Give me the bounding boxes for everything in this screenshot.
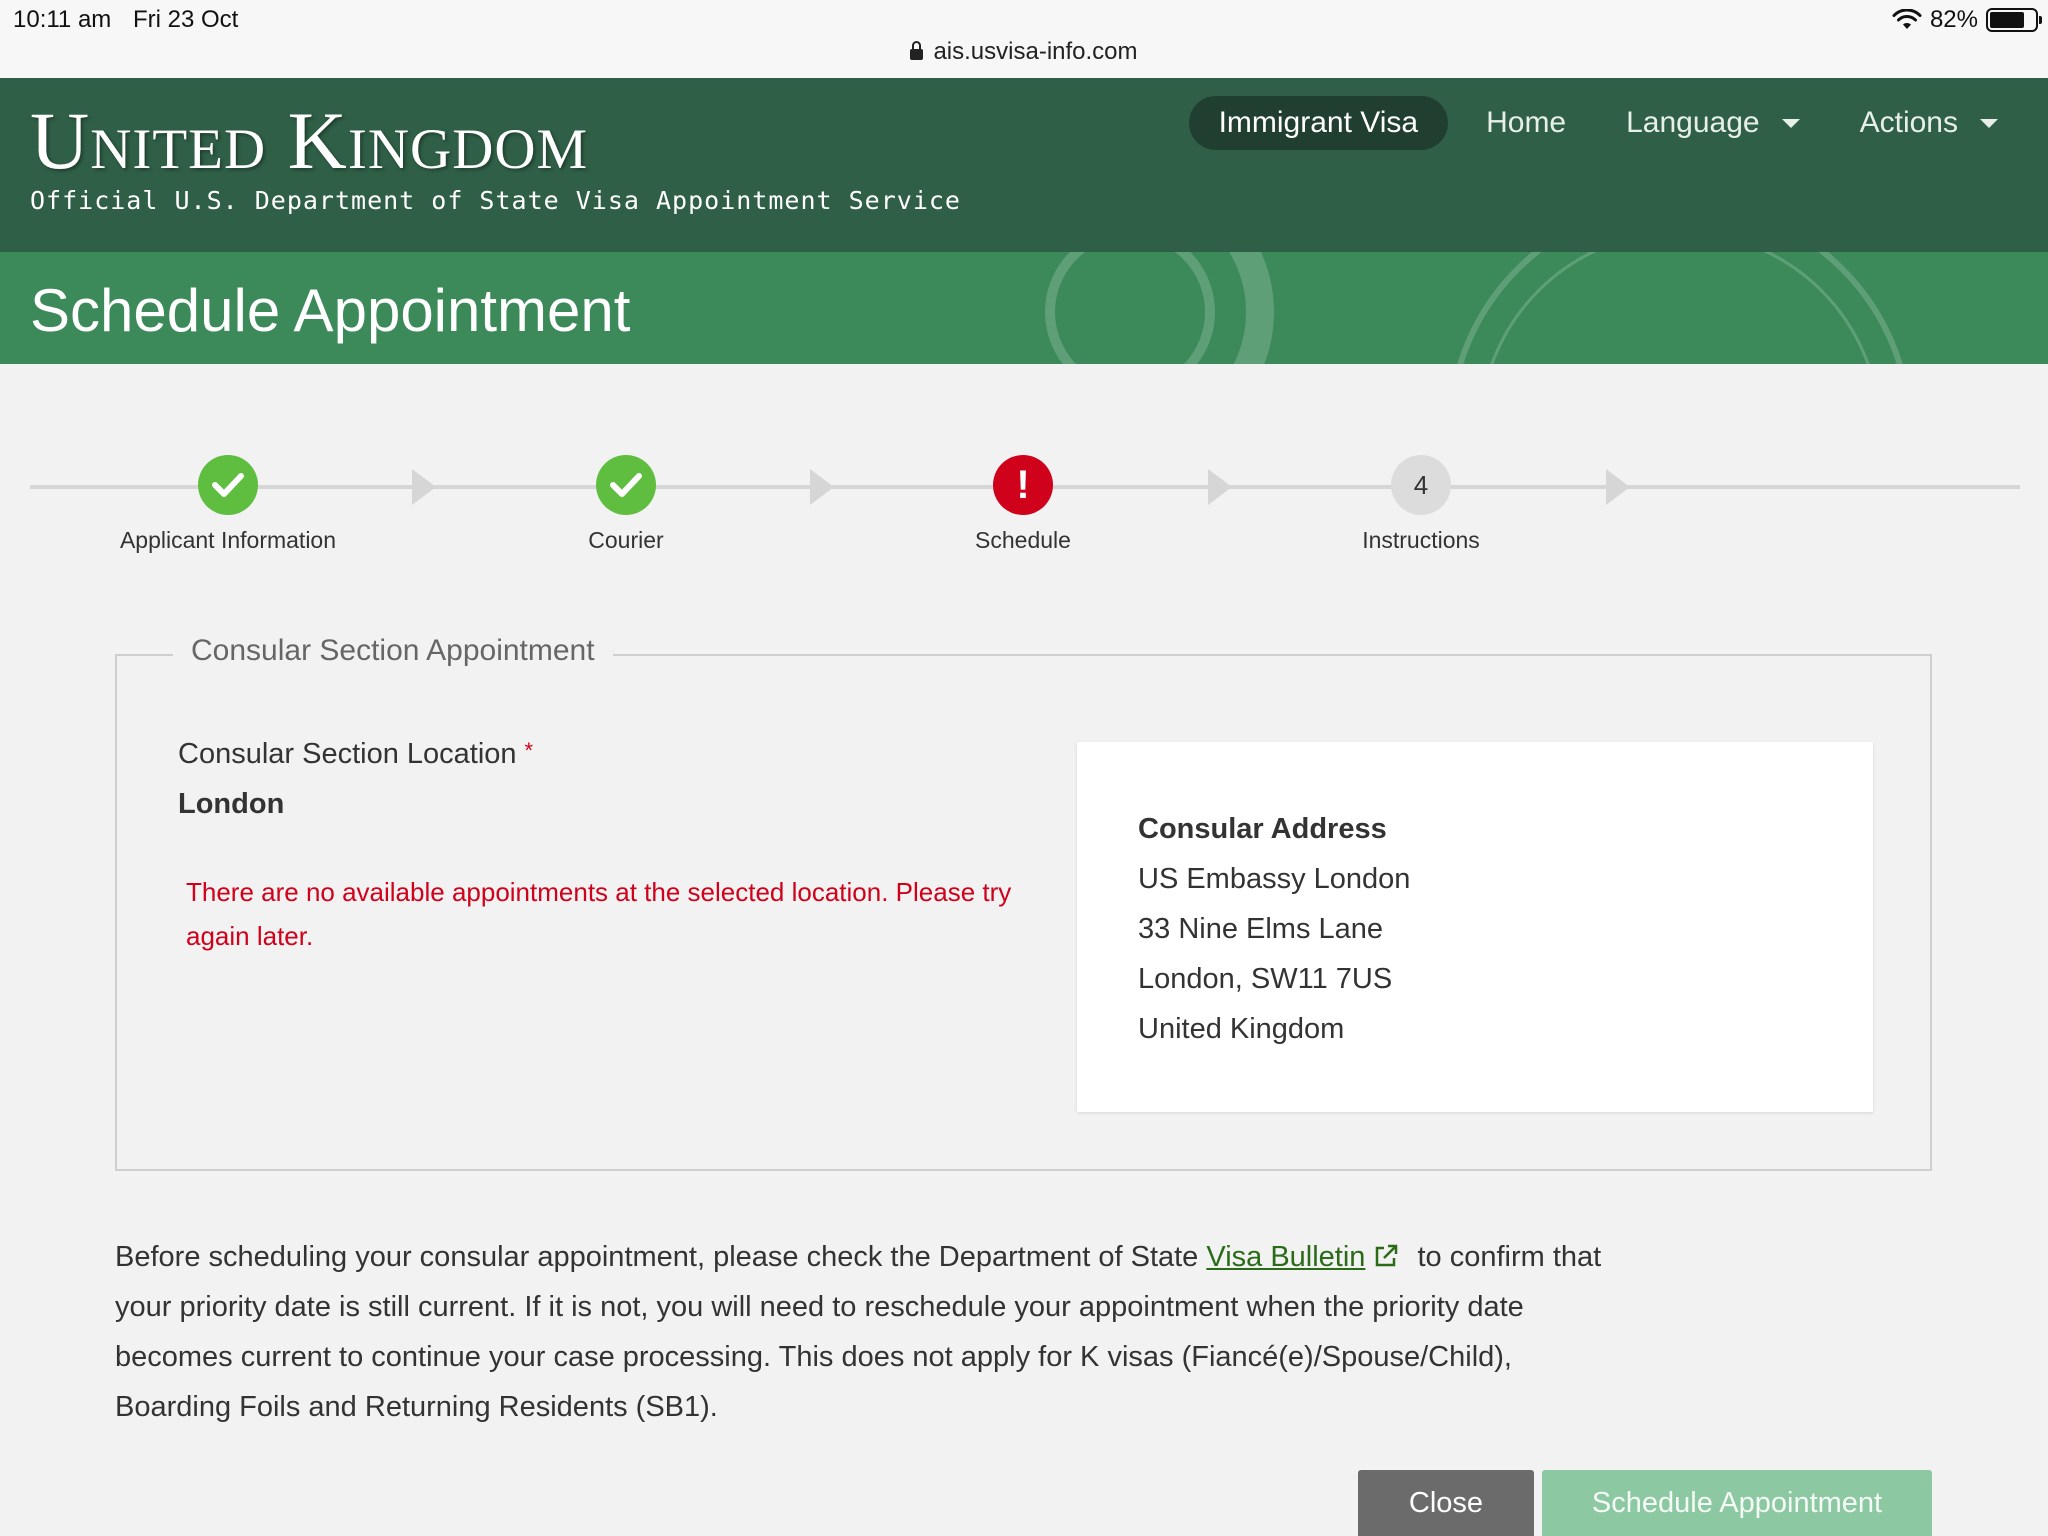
address-title: Consular Address [1138, 813, 1387, 845]
check-icon [596, 455, 656, 515]
site-header: United Kingdom Official U.S. Department … [0, 78, 2048, 252]
step-arrow-icon [1208, 469, 1232, 505]
fieldset-legend: Consular Section Appointment [173, 634, 613, 668]
nav-home-label: Home [1486, 106, 1567, 139]
nav-actions-dropdown[interactable]: Actions [1830, 96, 2028, 150]
consular-address-card: Consular Address US Embassy London 33 Ni… [1077, 742, 1873, 1112]
page-title: Schedule Appointment [30, 277, 631, 344]
consular-section-fieldset: Consular Section Appointment Consular Se… [115, 634, 1932, 1171]
address-bar[interactable]: ais.usvisa-info.com [0, 38, 2048, 66]
location-value: London [178, 788, 285, 820]
status-bar: 10:11 am Fri 23 Oct 82% ais.usvisa-info.… [0, 0, 2048, 78]
page-title-band: Schedule Appointment [0, 252, 2048, 364]
visa-bulletin-notice: Before scheduling your consular appointm… [115, 1232, 1615, 1432]
brand-subtitle: Official U.S. Department of State Visa A… [30, 186, 961, 215]
address-line: United Kingdom [1138, 1013, 1345, 1045]
location-label-text: Consular Section Location [178, 738, 517, 770]
us-visa-seal-watermark [1045, 252, 1903, 364]
main-nav: Immigrant Visa Home Language Actions [1188, 96, 2028, 150]
step-number: 4 [1391, 455, 1451, 515]
status-right: 82% [1892, 6, 2042, 34]
schedule-appointment-button[interactable]: Schedule Appointment [1542, 1470, 1932, 1536]
step-arrow-icon [412, 469, 436, 505]
nav-language-dropdown[interactable]: Language [1596, 96, 1829, 150]
status-time: 10:11 am [13, 6, 112, 33]
external-link-icon[interactable] [1373, 1243, 1399, 1269]
step-label: Applicant Information [119, 527, 337, 553]
battery-percent: 82% [1929, 6, 1978, 33]
nav-immigrant-visa-label: Immigrant Visa [1218, 106, 1419, 139]
step-label: Instructions [1362, 527, 1480, 553]
url-text: ais.usvisa-info.com [933, 38, 1138, 65]
nav-home[interactable]: Home [1456, 96, 1596, 150]
progress-steps: Applicant Information Courier ! Schedule… [30, 455, 2020, 575]
visa-bulletin-link[interactable]: Visa Bulletin [1206, 1241, 1365, 1273]
wifi-icon [1892, 9, 1922, 29]
close-button[interactable]: Close [1358, 1470, 1534, 1536]
exclamation-icon: ! [993, 455, 1053, 515]
check-icon [198, 455, 258, 515]
address-line: London, SW11 7US [1138, 963, 1393, 995]
step-applicant-information[interactable]: Applicant Information [78, 455, 378, 554]
caret-down-icon [1781, 118, 1800, 128]
required-marker: * [524, 738, 534, 763]
brand-title[interactable]: United Kingdom [30, 95, 588, 186]
no-appointments-error: There are no available appointments at t… [186, 877, 1012, 951]
step-label: Courier [588, 527, 664, 553]
nav-actions-label: Actions [1859, 106, 1958, 139]
caret-down-icon [1980, 118, 1998, 128]
lock-icon [910, 41, 924, 60]
step-courier[interactable]: Courier [476, 455, 776, 554]
nav-language-label: Language [1626, 106, 1760, 139]
location-label: Consular Section Location * [178, 738, 533, 771]
step-arrow-icon [810, 469, 834, 505]
status-date: Fri 23 Oct [133, 6, 239, 33]
nav-immigrant-visa[interactable]: Immigrant Visa [1188, 96, 1449, 150]
step-instructions[interactable]: 4 Instructions [1271, 455, 1571, 554]
step-label: Schedule [975, 527, 1071, 553]
address-line: 33 Nine Elms Lane [1138, 913, 1384, 945]
step-arrow-icon [1606, 469, 1630, 505]
step-schedule[interactable]: ! Schedule [873, 455, 1173, 554]
battery-icon [1986, 8, 2042, 32]
bulletin-text-before: Before scheduling your consular appointm… [115, 1241, 1207, 1273]
address-line: US Embassy London [1138, 863, 1411, 895]
